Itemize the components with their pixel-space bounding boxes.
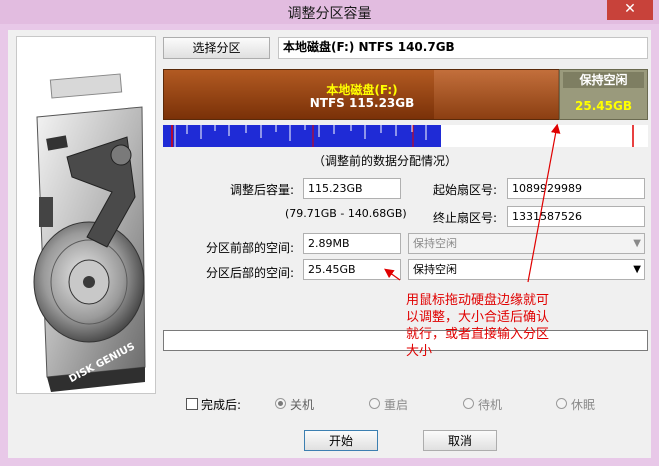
end-sector-label: 终止扇区号: [433, 211, 498, 225]
dialog-client-area: DISK GENIUS 选择分区 本地磁盘(F:) NTFS 140.7GB 本… [8, 30, 651, 458]
adjusted-size-label: 调整后容量: [230, 183, 295, 197]
annotation-line-3: 就行，或者直接输入分区 [406, 327, 550, 342]
annotation-line-4: 大小 [406, 344, 433, 359]
hard-disk-illustration: DISK GENIUS [17, 37, 155, 393]
select-partition-button[interactable]: 选择分区 [163, 37, 270, 59]
radio-standby-label: 待机 [478, 398, 503, 412]
size-range-text: (79.71GB - 140.68GB) [285, 207, 407, 220]
space-after-option: 保持空闲 [413, 263, 457, 276]
window-title: 调整分区容量 [287, 6, 372, 22]
start-button[interactable]: 开始 [304, 430, 378, 451]
chevron-down-icon: ▼ [633, 264, 641, 275]
chevron-down-icon: ▼ [633, 238, 641, 249]
map-caption: （调整前的数据分配情况） [313, 154, 458, 168]
radio-standby[interactable] [463, 398, 474, 409]
partition-bar[interactable]: 本地磁盘(F:) NTFS 115.23GB [163, 69, 559, 120]
close-button[interactable]: ✕ [607, 0, 653, 20]
end-sector-input[interactable]: 1331587526 [507, 206, 645, 227]
title-bar: 调整分区容量 ✕ [0, 0, 659, 24]
selected-partition-display: 本地磁盘(F:) NTFS 140.7GB [278, 37, 648, 59]
space-before-option: 保持空闲 [413, 237, 457, 250]
partition-size-label: NTFS 115.23GB [309, 96, 415, 110]
disk-illustration-panel: DISK GENIUS [16, 36, 156, 394]
cancel-button[interactable]: 取消 [423, 430, 497, 451]
radio-hibernate-label: 休眠 [571, 398, 596, 412]
free-space-size: 25.45GB [575, 99, 632, 113]
adjusted-size-input[interactable]: 115.23GB [303, 178, 401, 199]
completion-checkbox[interactable] [186, 398, 198, 410]
space-after-input[interactable]: 25.45GB [303, 259, 401, 280]
instruction-annotation: 用鼠标拖动硬盘边缘就可 以调整，大小合适后确认 就行，或者直接输入分区 大小 [406, 292, 549, 360]
radio-restart[interactable] [369, 398, 380, 409]
radio-hibernate[interactable] [556, 398, 567, 409]
dialog-window: 调整分区容量 ✕ DISK GENIUS 选择分区 本地磁盘(F:) NTFS … [0, 0, 659, 466]
annotation-line-2: 以调整，大小合适后确认 [406, 310, 550, 325]
data-allocation-map [163, 125, 648, 147]
annotation-line-1: 用鼠标拖动硬盘边缘就可 [406, 293, 550, 308]
space-before-select[interactable]: 保持空闲 ▼ [408, 233, 645, 254]
free-space-name: 保持空闲 [563, 72, 644, 88]
start-sector-label: 起始扇区号: [433, 183, 498, 197]
free-space-block[interactable]: 保持空闲 25.45GB [559, 69, 648, 120]
space-after-label: 分区后部的空间: [206, 266, 295, 280]
space-before-input[interactable]: 2.89MB [303, 233, 401, 254]
radio-shutdown[interactable] [275, 398, 286, 409]
radio-restart-label: 重启 [384, 398, 409, 412]
radio-shutdown-label: 关机 [290, 398, 315, 412]
space-before-label: 分区前部的空间: [206, 241, 295, 255]
space-after-select[interactable]: 保持空闲 ▼ [408, 259, 645, 280]
start-sector-input[interactable]: 1089929989 [507, 178, 645, 199]
completion-label: 完成后: [201, 398, 242, 412]
